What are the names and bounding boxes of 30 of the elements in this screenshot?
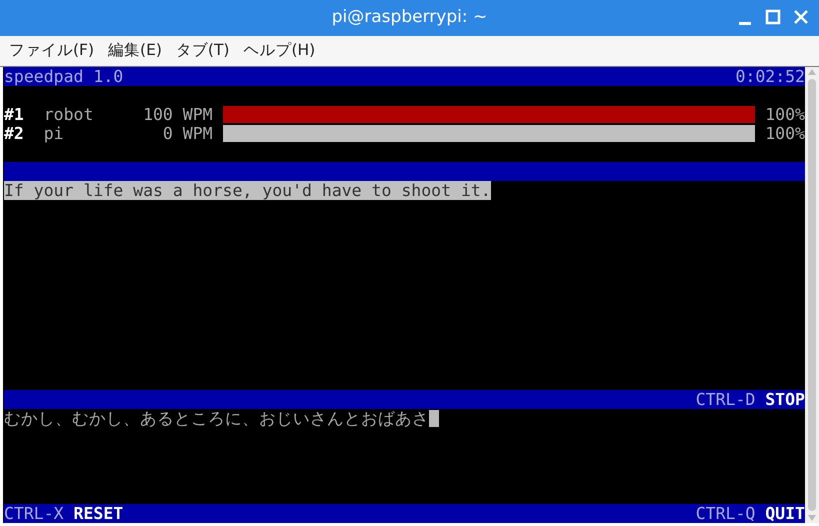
key-hint: CTRL-D (696, 390, 756, 409)
key-hint: CTRL-Q (696, 504, 756, 523)
menu-item[interactable]: 編集(E) (108, 39, 162, 63)
app-name: speedpad 1.0 (4, 67, 124, 86)
menu-item[interactable]: タブ(T) (176, 39, 230, 63)
menu-item[interactable]: ファイル(F) (9, 39, 94, 63)
prompt-sentence: If your life was a horse, you'd have to shoot it. (4, 181, 491, 200)
player-name: robot (44, 105, 94, 124)
window-title: pi@raspberrypi: ~ (332, 6, 488, 30)
scrollbar-thumb[interactable] (808, 79, 816, 511)
player-percent: 100% (765, 105, 805, 124)
scroll-up-icon[interactable] (808, 69, 816, 75)
player-speed: 100 WPM (143, 105, 213, 124)
player-rank: #2 (4, 124, 25, 143)
action-label: QUIT (765, 504, 805, 523)
scroll-down-icon[interactable] (808, 515, 816, 521)
player-percent: 100% (765, 124, 805, 143)
action-label: RESET (74, 504, 124, 523)
player-speed: 0 WPM (162, 124, 213, 143)
key-hint: CTRL-X (4, 504, 64, 523)
scrollbar[interactable] (805, 67, 819, 523)
menu-item[interactable]: ヘルプ(H) (243, 39, 316, 63)
text-cursor (429, 410, 439, 427)
action-label: STOP (765, 390, 805, 409)
timer: 0:02:52 (735, 67, 805, 86)
maximize-icon[interactable] (765, 8, 781, 26)
close-icon[interactable] (793, 8, 809, 26)
player-name: pi (44, 124, 65, 143)
player-rank: #1 (4, 105, 25, 124)
typing-input[interactable]: むかし、むかし、あるところに、おじいさんとおばあさ (4, 409, 429, 428)
